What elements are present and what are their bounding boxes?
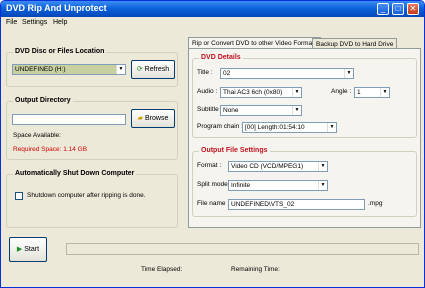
required-space-label: Required Space: 1.14 GB	[13, 146, 88, 153]
refresh-icon: ⟳	[136, 66, 143, 73]
browse-label: Browse	[145, 115, 169, 122]
program-chain-select[interactable]: [00] Length:01:54:10 ▼	[242, 122, 337, 133]
source-group-title: DVD Disc or Files Location	[13, 48, 107, 55]
format-value: Video CD (VCD/MPEG1)	[231, 163, 304, 170]
progress-bar	[66, 243, 419, 255]
source-group: DVD Disc or Files Location UNDEFINED (H:…	[6, 48, 178, 87]
close-button[interactable]: ✕	[407, 3, 419, 15]
program-chain-label: Program chain :	[197, 123, 243, 130]
subtitle-value: None	[223, 107, 239, 114]
program-chain-value: [00] Length:01:54:10	[245, 124, 305, 131]
chevron-down-icon: ▼	[318, 181, 327, 190]
play-icon: ▶	[16, 246, 23, 253]
shutdown-checkbox[interactable]	[15, 192, 23, 200]
file-extension-label: .mpg	[368, 200, 383, 207]
split-mode-value: Infinite	[231, 182, 251, 189]
output-dir-group: Output Directory ▰ Browse Space Availabl…	[6, 97, 178, 160]
menu-bar: File Settings Help	[1, 17, 424, 29]
maximize-button[interactable]: □	[392, 3, 404, 15]
window-title: DVD Rip And Unprotect	[6, 3, 107, 13]
split-mode-label: Split mode :	[197, 181, 232, 188]
output-path-input[interactable]	[12, 114, 126, 125]
dvd-details-group: DVD Details Title : 02 ▼ Audio : Thai AC…	[192, 54, 417, 138]
chevron-down-icon: ▼	[292, 88, 301, 97]
shutdown-checkbox-label[interactable]: Shutdown computer after ripping is done.	[27, 192, 146, 199]
start-label: Start	[24, 246, 40, 253]
time-elapsed-label: Time Elapsed:	[141, 266, 183, 273]
angle-value: 1	[357, 89, 361, 96]
chevron-down-icon: ▼	[292, 106, 301, 115]
subtitle-select[interactable]: None ▼	[220, 105, 302, 116]
angle-select[interactable]: 1 ▼	[354, 87, 390, 98]
subtitle-label: Subtitle :	[197, 106, 223, 113]
output-settings-group: Output File Settings Format : Video CD (…	[192, 147, 417, 217]
split-mode-select[interactable]: Infinite ▼	[228, 180, 328, 191]
output-settings-title: Output File Settings	[199, 147, 270, 154]
drive-select[interactable]: UNDEFINED (H:) ▼	[12, 64, 126, 75]
start-button[interactable]: ▶ Start	[9, 237, 47, 262]
main-window: DVD Rip And Unprotect _ □ ✕ File Setting…	[0, 0, 425, 288]
chevron-down-icon: ▼	[344, 69, 353, 78]
chevron-down-icon: ▼	[380, 88, 389, 97]
dvd-details-title: DVD Details	[199, 54, 243, 61]
chevron-down-icon: ▼	[116, 65, 125, 74]
title-value: 02	[223, 70, 231, 77]
title-select[interactable]: 02 ▼	[220, 68, 354, 79]
menu-file[interactable]: File	[6, 19, 17, 26]
menu-settings[interactable]: Settings	[22, 19, 47, 26]
file-name-label: File name :	[197, 200, 230, 207]
title-bar[interactable]: DVD Rip And Unprotect _ □ ✕	[1, 1, 424, 17]
chevron-down-icon: ▼	[327, 123, 336, 132]
minimize-button[interactable]: _	[377, 3, 389, 15]
shutdown-title: Automatically Shut Down Computer	[13, 170, 137, 177]
output-dir-title: Output Directory	[13, 97, 73, 104]
shutdown-group: Automatically Shut Down Computer Shutdow…	[6, 170, 178, 228]
format-select[interactable]: Video CD (VCD/MPEG1) ▼	[228, 161, 328, 172]
audio-label: Audio :	[197, 88, 218, 95]
title-label: Title :	[197, 69, 213, 76]
format-label: Format :	[197, 162, 222, 169]
drive-value: UNDEFINED (H:)	[15, 66, 66, 73]
space-available-label: Space Available:	[13, 132, 61, 139]
audio-select[interactable]: Thai AC3 6ch (0x80) ▼	[220, 87, 302, 98]
menu-help[interactable]: Help	[53, 19, 67, 26]
audio-value: Thai AC3 6ch (0x80)	[223, 89, 283, 96]
angle-label: Angle :	[331, 88, 352, 95]
tab-panel: DVD Details Title : 02 ▼ Audio : Thai AC…	[188, 48, 421, 228]
chevron-down-icon: ▼	[318, 162, 327, 171]
remaining-time-label: Remaining Time:	[231, 266, 280, 273]
folder-icon: ▰	[137, 115, 144, 122]
file-name-input[interactable]: UNDEFINED\VTS_02	[228, 199, 365, 210]
browse-button[interactable]: ▰ Browse	[131, 109, 175, 128]
refresh-label: Refresh	[144, 66, 170, 73]
refresh-button[interactable]: ⟳ Refresh	[131, 60, 175, 79]
